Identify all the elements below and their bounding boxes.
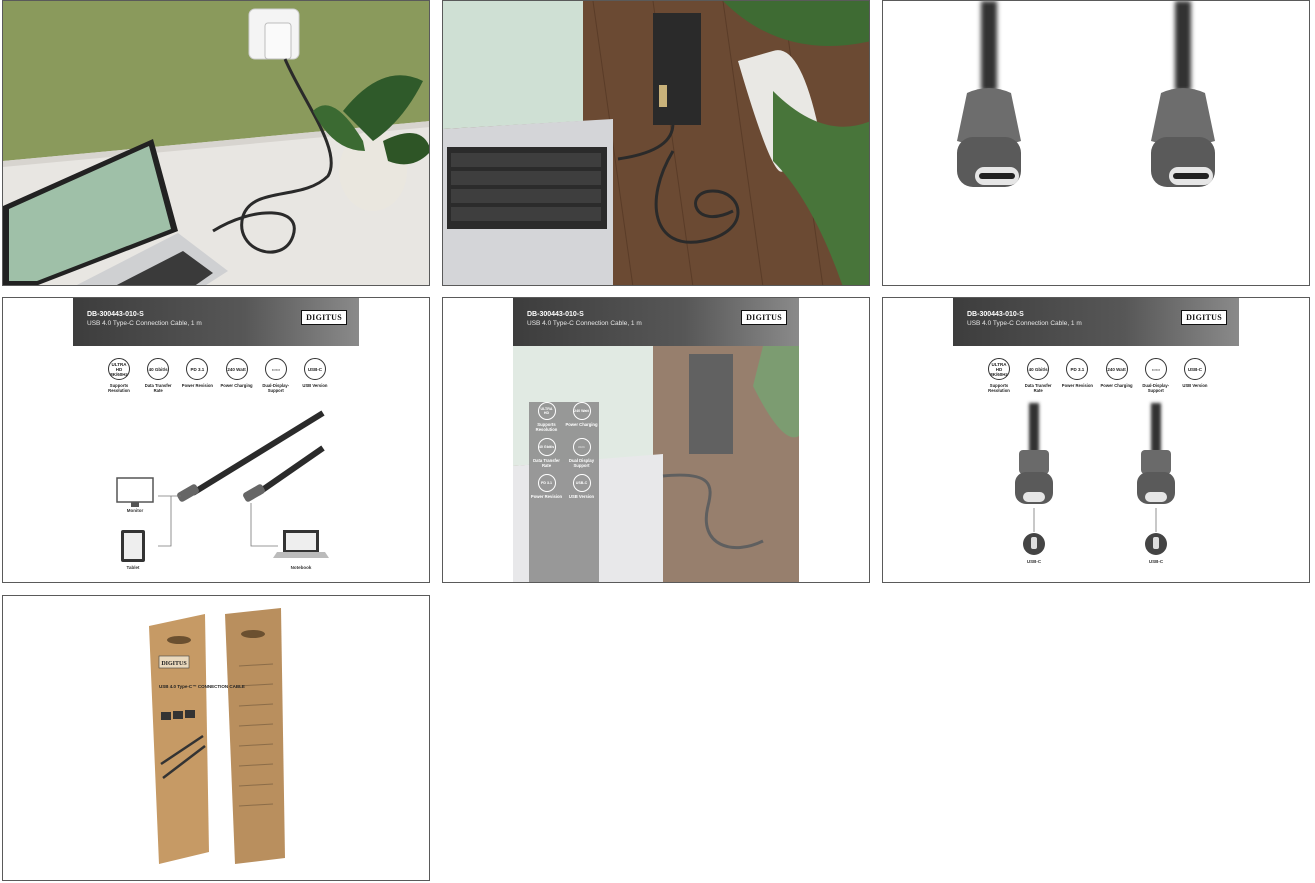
- overlay-feature-label: Power Charging: [565, 422, 598, 427]
- data-rate-icon: 40 Gbit/s: [537, 438, 556, 456]
- dock-photo: [443, 1, 869, 285]
- usb-c-label: USB-C: [1148, 559, 1164, 564]
- image-tile-5[interactable]: DB-300443-010-S USB 4.0 Type-C Connectio…: [442, 297, 870, 583]
- product-banner: DB-300443-010-S USB 4.0 Type-C Connectio…: [513, 298, 799, 346]
- image-tile-6[interactable]: DB-300443-010-S USB 4.0 Type-C Connectio…: [882, 297, 1310, 583]
- overlay-feature-grid: ULTRA HD Supports Resolution 240 Watt Powe…: [529, 402, 599, 499]
- product-sku: DB-300443-010-S: [527, 311, 584, 318]
- dual-display-icon: ▭▭: [572, 438, 591, 456]
- overlay-feature-label: USB Version: [568, 494, 595, 499]
- usb-c-label: USB-C: [1026, 559, 1042, 564]
- image-tile-1[interactable]: [2, 0, 430, 286]
- image-tile-7[interactable]: DIGITUS USB 4.0 Type-C™ CONNECTION CABLE: [2, 595, 430, 881]
- image-tile-4[interactable]: DB-300443-010-S USB 4.0 Type-C Connectio…: [2, 297, 430, 583]
- connector-diagram: [1015, 403, 1175, 555]
- tablet-label: Tablet: [126, 565, 140, 570]
- overlay-feature-label: Power Revision: [530, 494, 563, 499]
- overlay-feature-label: Data Transfer Rate: [533, 458, 560, 468]
- overlay-feature: 40 Gbit/s Data Transfer Rate: [529, 438, 564, 468]
- product-description: USB 4.0 Type-C Connection Cable, 1 m: [527, 320, 642, 327]
- usb-icon: USB-C: [572, 474, 591, 492]
- overlay-feature: PD 3.1 Power Revision: [529, 474, 564, 499]
- connector-closeup: [957, 1, 1215, 187]
- infographic-sheet: DB-300443-010-S USB 4.0 Type-C Connectio…: [953, 298, 1239, 582]
- ultra-hd-icon: ULTRA HD: [537, 402, 556, 420]
- watt-icon: 240 Watt: [572, 402, 591, 420]
- overlay-feature-label: Supports Resolution: [535, 422, 558, 432]
- overlay-feature: 240 Watt Power Charging: [564, 402, 599, 432]
- package-brand: DIGITUS: [161, 661, 187, 667]
- image-tile-3[interactable]: [882, 0, 1310, 286]
- connection-diagram: [116, 410, 329, 562]
- overlay-feature: ULTRA HD Supports Resolution: [529, 402, 564, 432]
- packaging-photo: DIGITUS USB 4.0 Type-C™ CONNECTION CABLE: [149, 608, 285, 864]
- monitor-label: Monitor: [126, 508, 144, 513]
- lifestyle-photo-charger: [3, 1, 429, 285]
- overlay-feature-label: Dual Display Support: [568, 458, 595, 468]
- overlay-feature: ▭▭ Dual Display Support: [564, 438, 599, 468]
- brand-logo: DIGITUS: [741, 310, 787, 325]
- pd-icon: PD 3.1: [537, 474, 556, 492]
- infographic-sheet: DB-300443-010-S USB 4.0 Type-C Connectio…: [513, 298, 799, 582]
- overlay-feature: USB-C USB Version: [564, 474, 599, 499]
- package-title: USB 4.0 Type-C™ CONNECTION CABLE: [159, 684, 245, 689]
- notebook-label: Notebook: [290, 565, 312, 570]
- image-tile-2[interactable]: [442, 0, 870, 286]
- infographic-sheet: DB-300443-010-S USB 4.0 Type-C Connectio…: [73, 298, 359, 582]
